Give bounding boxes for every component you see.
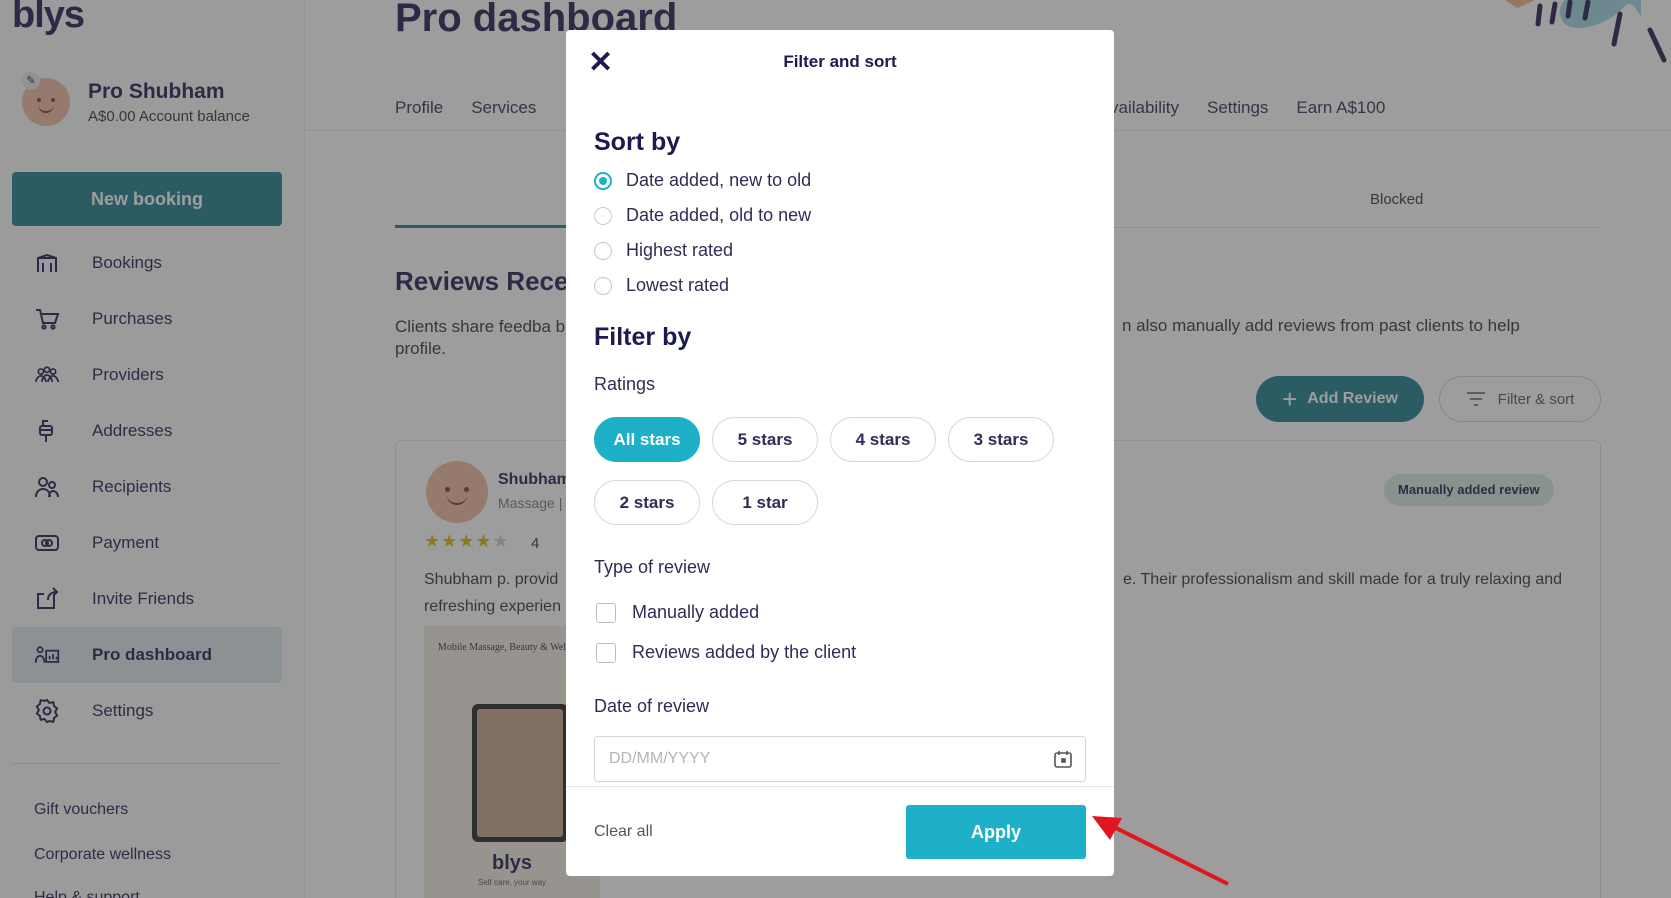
sort-option-lowest-rated[interactable]: Lowest rated	[594, 275, 729, 296]
sort-option-label: Date added, old to new	[626, 205, 812, 225]
chip-2-stars[interactable]: 2 stars	[594, 480, 700, 525]
type-client-added[interactable]: Reviews added by the client	[596, 642, 856, 663]
date-of-review-label: Date of review	[594, 696, 710, 716]
ratings-label: Ratings	[594, 374, 656, 394]
checkbox[interactable]	[596, 602, 616, 623]
date-field[interactable]	[594, 736, 1086, 782]
clear-all-button[interactable]: Clear all	[594, 823, 653, 841]
radio-button[interactable]	[594, 241, 612, 260]
modal-title: Filter and sort	[783, 52, 897, 71]
chip-3-stars[interactable]: 3 stars	[948, 417, 1054, 462]
chip-5-stars[interactable]: 5 stars	[712, 417, 818, 462]
sort-by-heading: Sort by	[594, 128, 681, 156]
checkbox[interactable]	[596, 642, 616, 663]
radio-button-selected[interactable]	[594, 171, 612, 190]
modal-footer-divider	[566, 786, 1114, 787]
type-option-label: Reviews added by the client	[632, 642, 857, 662]
chip-4-stars[interactable]: 4 stars	[830, 417, 936, 462]
radio-button[interactable]	[594, 276, 612, 295]
sort-option-old-to-new[interactable]: Date added, old to new	[594, 205, 811, 226]
chip-1-star[interactable]: 1 star	[712, 480, 818, 525]
calendar-icon[interactable]	[1053, 749, 1073, 769]
sort-option-new-to-old[interactable]: Date added, new to old	[594, 170, 811, 191]
sort-option-label: Highest rated	[626, 240, 734, 260]
type-option-label: Manually added	[632, 602, 760, 622]
apply-button[interactable]: Apply	[906, 805, 1086, 859]
sort-option-label: Date added, new to old	[626, 170, 812, 190]
type-manually-added[interactable]: Manually added	[596, 602, 759, 623]
chip-all-stars[interactable]: All stars	[594, 417, 700, 462]
sort-option-highest-rated[interactable]: Highest rated	[594, 240, 733, 261]
annotation-arrow	[1092, 816, 1229, 886]
radio-button[interactable]	[594, 206, 612, 225]
type-of-review-label: Type of review	[594, 557, 711, 577]
sort-option-label: Lowest rated	[626, 275, 730, 295]
filter-sort-modal: ✕ Filter and sort Sort by Date added, ne…	[566, 30, 1114, 876]
filter-by-heading: Filter by	[594, 323, 692, 351]
date-input[interactable]	[595, 737, 1035, 781]
